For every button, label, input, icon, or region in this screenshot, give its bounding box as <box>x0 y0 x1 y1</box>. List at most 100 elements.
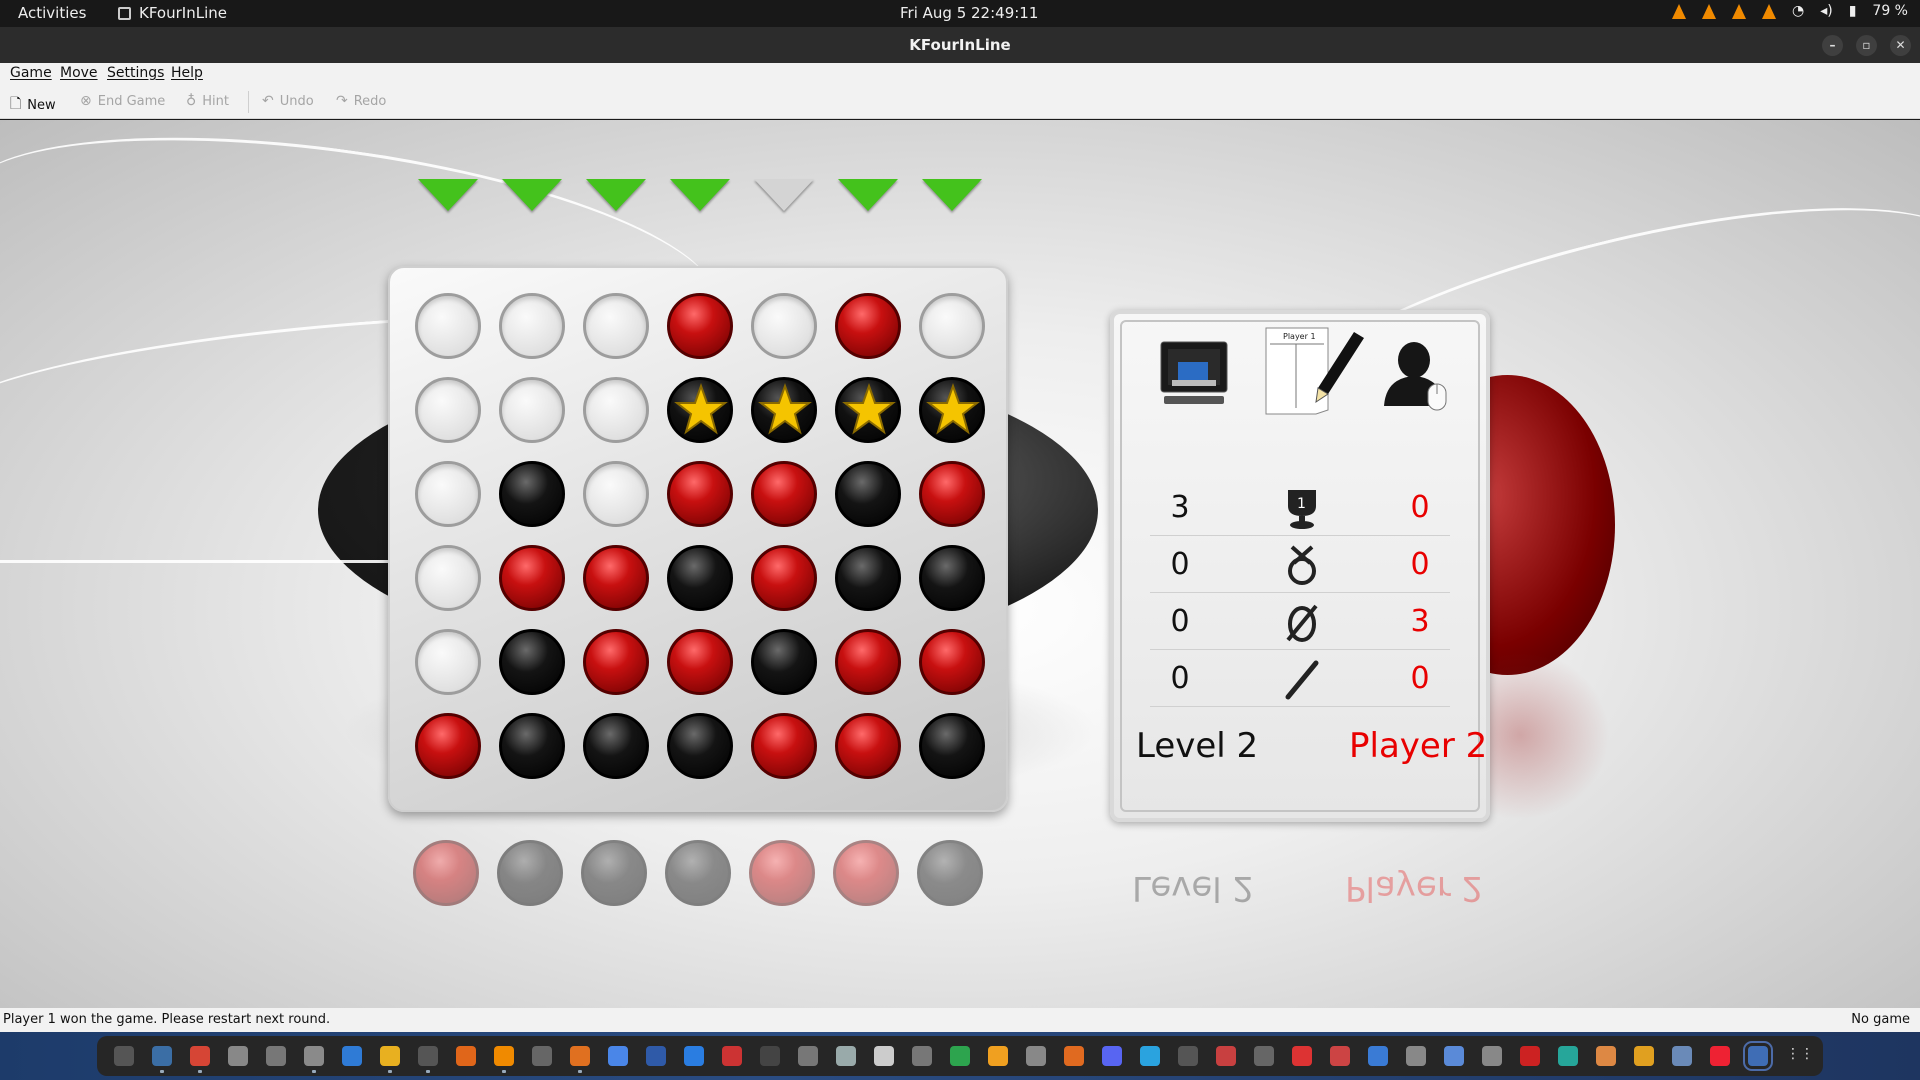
dock-app-icon[interactable] <box>988 1046 1008 1066</box>
dock-app-icon[interactable] <box>1634 1046 1654 1066</box>
winning-piece-r2-c7[interactable] <box>919 377 985 443</box>
dock-app-icon[interactable] <box>304 1046 324 1073</box>
dock-app-icon[interactable] <box>342 1046 362 1066</box>
dock-app-icon[interactable] <box>1178 1046 1198 1066</box>
menu-settings[interactable]: Settings <box>107 65 164 81</box>
dock-app-icon[interactable] <box>1444 1046 1464 1066</box>
black-piece-r4-c6[interactable] <box>835 545 901 611</box>
dock-app-icon[interactable] <box>722 1046 742 1066</box>
red-piece-r5-c4[interactable] <box>667 629 733 695</box>
undo-button[interactable]: ↶ Undo <box>262 93 314 109</box>
red-piece-r6-c1[interactable] <box>415 713 481 779</box>
kfourinline-dock-icon[interactable] <box>1743 1041 1773 1071</box>
column-drop-arrow-1[interactable] <box>418 179 478 211</box>
red-piece-r6-c6[interactable] <box>835 713 901 779</box>
black-piece-r6-c7[interactable] <box>919 713 985 779</box>
menu-help[interactable]: Help <box>171 65 203 81</box>
dock-app-icon[interactable] <box>380 1046 400 1073</box>
column-drop-arrow-4[interactable] <box>670 179 730 211</box>
empty-slot-r2-c1[interactable] <box>415 377 481 443</box>
dock-app-icon[interactable] <box>1406 1046 1426 1066</box>
show-apps-icon[interactable]: ⋮⋮ <box>1786 1046 1814 1066</box>
red-piece-r4-c2[interactable] <box>499 545 565 611</box>
battery-icon[interactable]: ▮ <box>1849 3 1857 19</box>
dock-app-icon[interactable] <box>418 1046 438 1073</box>
vlc-icon[interactable] <box>1731 3 1746 19</box>
close-icon[interactable]: ✕ <box>1890 35 1911 56</box>
dock-app-icon[interactable] <box>532 1046 552 1066</box>
red-piece-r5-c7[interactable] <box>919 629 985 695</box>
system-tray[interactable]: ◔ ◂) ▮ 79 % <box>1671 3 1908 19</box>
dock-app-icon[interactable] <box>950 1046 970 1066</box>
maximize-icon[interactable]: ▫ <box>1856 35 1877 56</box>
column-drop-arrow-2[interactable] <box>502 179 562 211</box>
empty-slot-r3-c1[interactable] <box>415 461 481 527</box>
empty-slot-r1-c1[interactable] <box>415 293 481 359</box>
column-drop-arrow-3[interactable] <box>586 179 646 211</box>
red-piece-r3-c5[interactable] <box>751 461 817 527</box>
red-piece-r1-c6[interactable] <box>835 293 901 359</box>
red-piece-r5-c3[interactable] <box>583 629 649 695</box>
winning-piece-r2-c4[interactable] <box>667 377 733 443</box>
red-piece-r4-c3[interactable] <box>583 545 649 611</box>
dock-app-icon[interactable] <box>1482 1046 1502 1066</box>
vlc-icon[interactable] <box>1761 3 1776 19</box>
new-game-button[interactable]: 🗋 New <box>10 93 56 117</box>
dock-app-icon[interactable] <box>1672 1046 1692 1066</box>
activities-button[interactable]: Activities <box>18 4 86 22</box>
dock-app-icon[interactable] <box>1520 1046 1540 1066</box>
dock-app-icon[interactable] <box>1216 1046 1236 1066</box>
empty-slot-r1-c2[interactable] <box>499 293 565 359</box>
dock-app-icon[interactable] <box>1064 1046 1084 1066</box>
dock-app-icon[interactable] <box>1292 1046 1312 1066</box>
empty-slot-r2-c3[interactable] <box>583 377 649 443</box>
column-drop-arrow-5[interactable] <box>754 179 814 211</box>
dock-app-icon[interactable] <box>228 1046 248 1066</box>
black-piece-r5-c5[interactable] <box>751 629 817 695</box>
dock-app-icon[interactable] <box>114 1046 134 1066</box>
dock-app-icon[interactable] <box>912 1046 932 1066</box>
black-piece-r3-c6[interactable] <box>835 461 901 527</box>
dock-app-icon[interactable] <box>152 1046 172 1073</box>
column-drop-arrow-7[interactable] <box>922 179 982 211</box>
end-game-button[interactable]: ⊗ End Game <box>80 93 165 109</box>
empty-slot-r1-c5[interactable] <box>751 293 817 359</box>
dock-app-icon[interactable] <box>1710 1046 1730 1066</box>
red-piece-r5-c6[interactable] <box>835 629 901 695</box>
dock-app-icon[interactable] <box>1558 1046 1578 1066</box>
red-piece-r1-c4[interactable] <box>667 293 733 359</box>
empty-slot-r4-c1[interactable] <box>415 545 481 611</box>
dock-app-icon[interactable] <box>190 1046 210 1073</box>
empty-slot-r1-c3[interactable] <box>583 293 649 359</box>
winning-piece-r2-c6[interactable] <box>835 377 901 443</box>
black-piece-r5-c2[interactable] <box>499 629 565 695</box>
empty-slot-r3-c3[interactable] <box>583 461 649 527</box>
black-piece-r3-c2[interactable] <box>499 461 565 527</box>
redo-button[interactable]: ↷ Redo <box>336 93 386 109</box>
column-drop-arrow-6[interactable] <box>838 179 898 211</box>
red-piece-r3-c7[interactable] <box>919 461 985 527</box>
menu-game[interactable]: Game <box>10 65 52 81</box>
clock[interactable]: Fri Aug 5 22:49:11 <box>900 4 1038 22</box>
dock-app-icon[interactable] <box>684 1046 704 1066</box>
minimize-icon[interactable]: – <box>1822 35 1843 56</box>
empty-slot-r5-c1[interactable] <box>415 629 481 695</box>
dock-app-icon[interactable] <box>1330 1046 1350 1066</box>
dock-app-icon[interactable] <box>570 1046 590 1073</box>
winning-piece-r2-c5[interactable] <box>751 377 817 443</box>
dock-app-icon[interactable] <box>1368 1046 1388 1066</box>
vlc-icon[interactable] <box>1701 3 1716 19</box>
black-piece-r6-c2[interactable] <box>499 713 565 779</box>
dock-app-icon[interactable] <box>494 1046 514 1073</box>
dock-app-icon[interactable] <box>1140 1046 1160 1066</box>
wifi-icon[interactable]: ◔ <box>1792 3 1804 19</box>
volume-icon[interactable]: ◂) <box>1820 3 1833 19</box>
game-board[interactable] <box>388 266 1008 812</box>
dock-app-icon[interactable] <box>456 1046 476 1066</box>
black-piece-r6-c3[interactable] <box>583 713 649 779</box>
dock-app-icon[interactable] <box>760 1046 780 1066</box>
vlc-icon[interactable] <box>1671 3 1686 19</box>
black-piece-r6-c4[interactable] <box>667 713 733 779</box>
dock-app-icon[interactable] <box>608 1046 628 1066</box>
dock-app-icon[interactable] <box>646 1046 666 1066</box>
